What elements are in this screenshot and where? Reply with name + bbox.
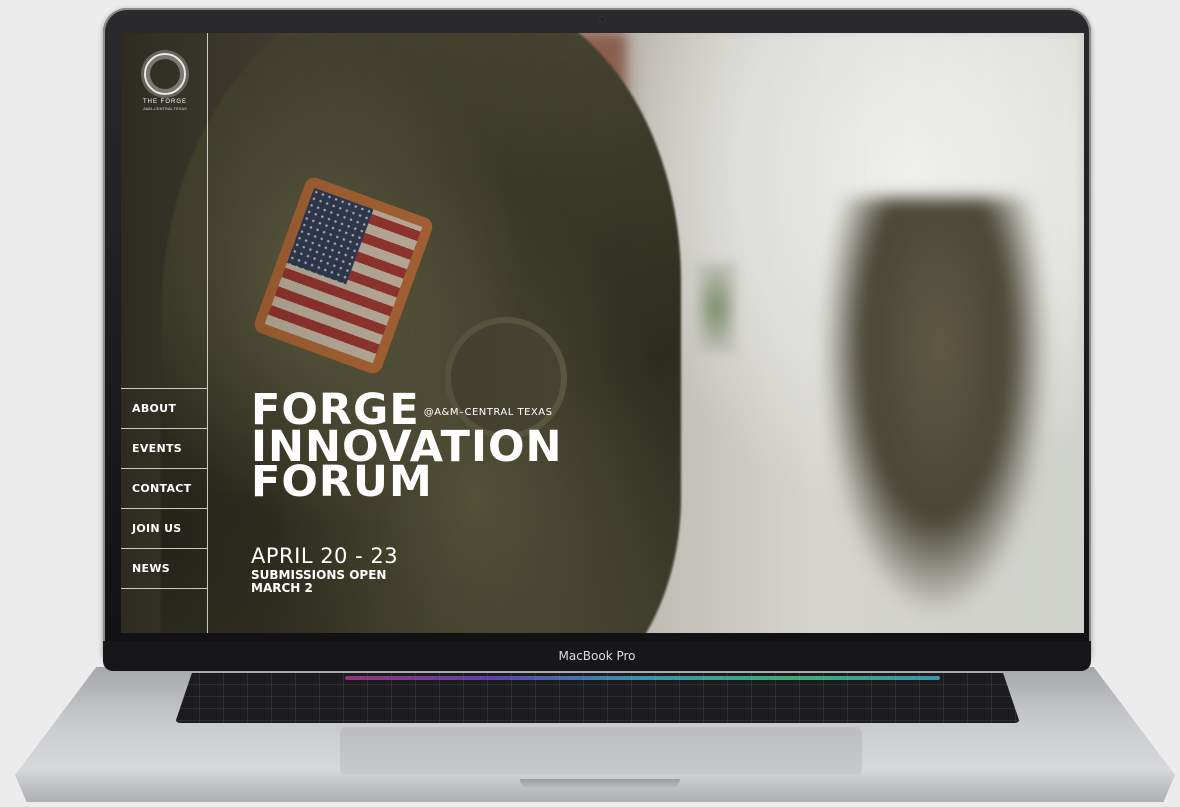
hero-title: FORGE @A&M–CENTRAL TEXAS INNOVATION FORUM: [251, 389, 563, 504]
nav-item-join-us[interactable]: JOIN US: [121, 509, 207, 549]
nav-item-events[interactable]: EVENTS: [121, 429, 207, 469]
hero-background-photo: [121, 33, 1084, 633]
touch-bar: [345, 676, 940, 680]
forge-logo-icon: [144, 53, 186, 95]
screen: THE FORGE A&M–CENTRAL TEXAS ABOUT EVENTS…: [121, 33, 1084, 633]
event-dates: APRIL 20 - 23 SUBMISSIONS OPEN MARCH 2: [251, 544, 398, 594]
side-nav: ABOUT EVENTS CONTACT JOIN US NEWS: [121, 388, 207, 589]
nav-item-contact[interactable]: CONTACT: [121, 469, 207, 509]
trackpad: [340, 727, 862, 775]
device-label: MacBook Pro: [103, 641, 1091, 671]
submissions-note-2: MARCH 2: [251, 581, 313, 595]
keyboard: [175, 673, 1020, 723]
camera-icon: [600, 17, 605, 22]
logo-sub: A&M–CENTRAL TEXAS: [143, 106, 187, 111]
forge-logo[interactable]: THE FORGE A&M–CENTRAL TEXAS: [135, 53, 195, 111]
date-range: APRIL 20 - 23: [251, 544, 399, 568]
side-rail: THE FORGE A&M–CENTRAL TEXAS ABOUT EVENTS…: [121, 33, 208, 633]
submissions-note-1: SUBMISSIONS OPEN: [251, 568, 387, 582]
nav-item-about[interactable]: ABOUT: [121, 389, 207, 429]
logo-name: THE FORGE: [142, 99, 187, 105]
nav-item-news[interactable]: NEWS: [121, 549, 207, 589]
hero-location: @A&M–CENTRAL TEXAS: [423, 407, 553, 418]
lid-notch: [520, 779, 680, 789]
